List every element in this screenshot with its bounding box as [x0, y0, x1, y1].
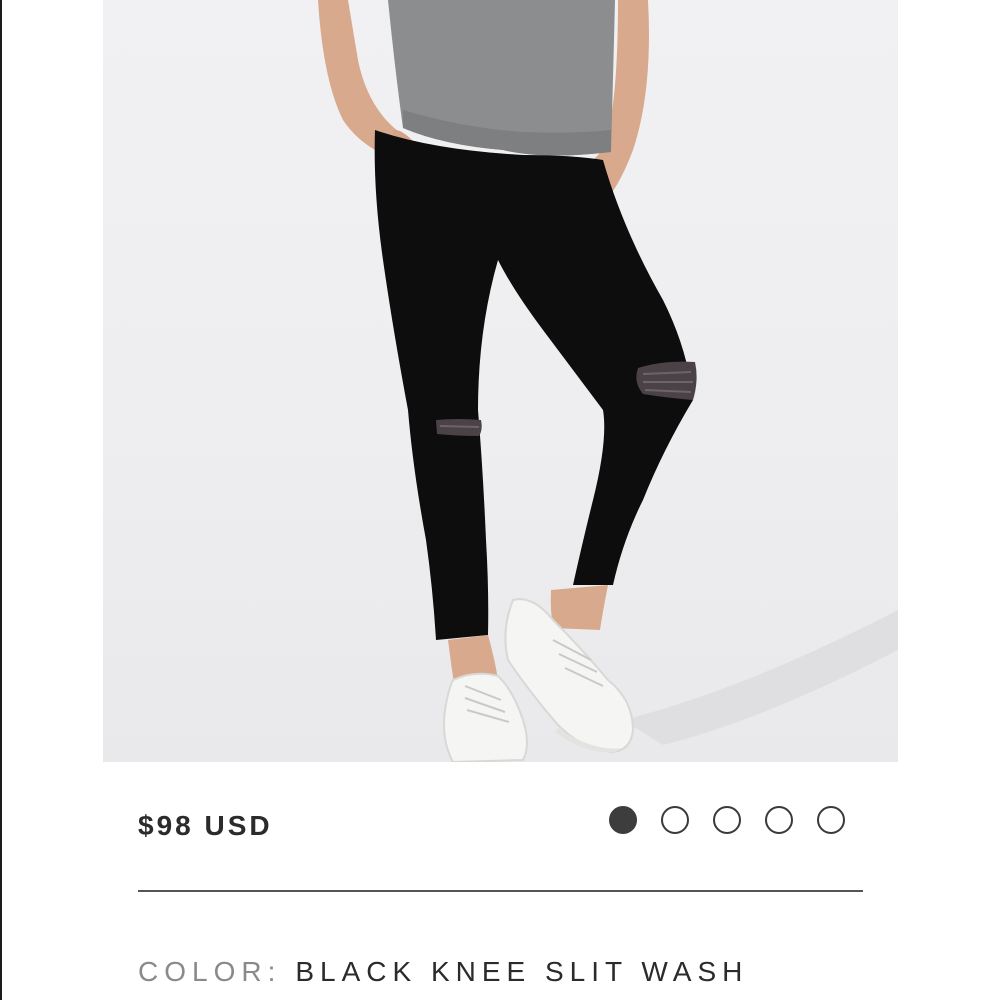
carousel-dot-2[interactable]	[661, 806, 689, 834]
right-knee-rip	[636, 361, 697, 400]
color-value: BLACK KNEE SLIT WASH	[295, 956, 749, 987]
image-carousel-pagination	[609, 806, 845, 834]
color-label: COLOR:	[138, 956, 282, 987]
carousel-dot-1[interactable]	[609, 806, 637, 834]
product-page: $98 USD COLOR: BLACK KNEE SLIT WASH	[0, 0, 1000, 1000]
left-sneaker	[443, 672, 528, 762]
right-ankle	[550, 585, 608, 630]
product-price: $98 USD	[138, 810, 273, 841]
left-edge-line	[0, 0, 2, 1000]
section-divider	[138, 890, 863, 892]
floor-shadow	[623, 610, 898, 745]
carousel-dot-5[interactable]	[817, 806, 845, 834]
product-photo	[318, 0, 898, 762]
color-selection: COLOR: BLACK KNEE SLIT WASH	[138, 956, 748, 988]
carousel-dot-3[interactable]	[713, 806, 741, 834]
product-image[interactable]	[103, 0, 898, 762]
carousel-dot-4[interactable]	[765, 806, 793, 834]
